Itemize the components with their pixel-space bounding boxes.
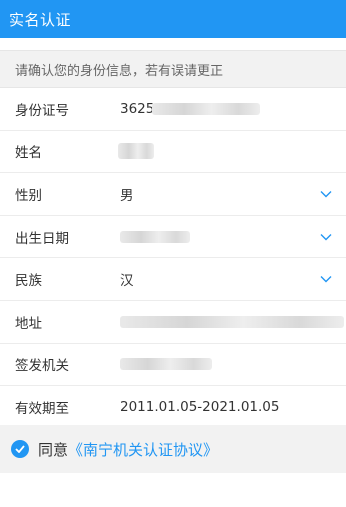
field-gender[interactable]: 性别 男 [0,173,346,216]
redacted-mask [120,315,344,328]
field-id-number[interactable]: 身份证号 36252 [0,88,346,131]
field-label: 出生日期 [15,230,69,247]
agreement-checkbox[interactable] [11,440,29,458]
field-address[interactable]: 地址 [0,301,346,344]
chevron-down-icon[interactable] [320,275,332,283]
agreement-link[interactable]: 《南宁机关认证协议》 [68,439,218,460]
info-notice: 请确认您的身份信息，若有误请更正 [0,50,346,88]
redacted-mask [152,102,260,115]
gender-value: 男 [120,187,134,204]
checkmark-icon [15,445,25,453]
app-header: 实名认证 [0,0,346,38]
chevron-down-icon[interactable] [320,233,332,241]
field-valid-until[interactable]: 有效期至 2011.01.05-2021.01.05 [0,386,346,429]
redacted-mask [120,358,212,371]
page-title: 实名认证 [9,10,72,29]
field-label: 签发机关 [15,358,69,375]
field-birth-date[interactable]: 出生日期 [0,216,346,259]
field-issuing-authority[interactable]: 签发机关 [0,344,346,387]
field-label: 有效期至 [15,400,69,417]
notice-text: 请确认您的身份信息，若有误请更正 [15,63,224,79]
redacted-mask [118,143,154,160]
identity-form: 身份证号 36252 姓名 性别 男 出生日期 民族 汉 地址 签发机关 有效期… [0,88,346,429]
redacted-mask [120,230,190,243]
field-label: 地址 [15,315,42,332]
field-name[interactable]: 姓名 [0,131,346,174]
field-label: 性别 [15,187,42,204]
agreement-bar: 同意 《南宁机关认证协议》 [0,425,346,473]
field-ethnicity[interactable]: 民族 汉 [0,258,346,301]
ethnicity-value: 汉 [120,273,134,290]
chevron-down-icon[interactable] [320,190,332,198]
field-label: 民族 [15,273,42,290]
field-label: 姓名 [15,145,42,162]
field-label: 身份证号 [15,102,69,119]
validity-value: 2011.01.05-2021.01.05 [120,398,280,415]
agreement-prefix: 同意 [38,440,69,459]
